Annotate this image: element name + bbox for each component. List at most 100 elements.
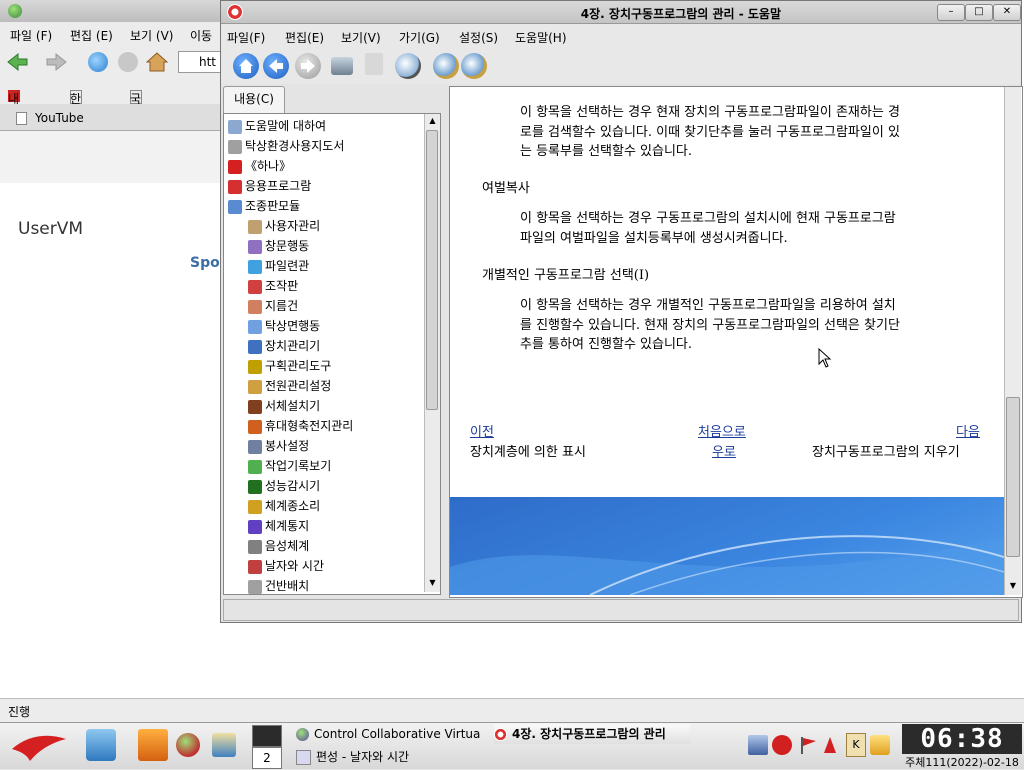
tree-scroll-thumb[interactable] xyxy=(426,130,438,410)
content-scrollbar[interactable]: ▼ xyxy=(1004,87,1021,595)
back-arrow-icon[interactable] xyxy=(6,52,28,72)
workspace-switcher[interactable]: 2 xyxy=(252,747,282,769)
browser-menu-view[interactable]: 보기 (V) xyxy=(130,27,173,44)
tree-scrollbar[interactable]: ▲ ▼ xyxy=(424,114,440,592)
tree-item[interactable]: 조작판 xyxy=(248,276,298,296)
tab-youtube[interactable]: YouTube xyxy=(8,107,218,129)
zoom-out-icon[interactable] xyxy=(461,53,487,79)
tree-item[interactable]: 전원관리설정 xyxy=(248,376,331,396)
tree-item[interactable]: 장치관리기 xyxy=(248,336,320,356)
tree-item[interactable]: 서체설치기 xyxy=(248,396,320,416)
tree-item[interactable]: 구획관리도구 xyxy=(248,356,331,376)
tree-item[interactable]: 창문행동 xyxy=(248,236,309,256)
tree-item[interactable]: 체계통지 xyxy=(248,516,309,536)
home-icon[interactable] xyxy=(233,53,259,79)
keyboard-layout-icon[interactable]: K xyxy=(846,733,866,757)
tree-item[interactable]: 봉사설정 xyxy=(248,436,309,456)
power-icon xyxy=(248,379,262,394)
copy-icon[interactable] xyxy=(365,53,383,75)
browser-menu-file[interactable]: 파일 (F) xyxy=(10,27,52,44)
forward-icon[interactable] xyxy=(295,53,321,79)
content-scroll-thumb[interactable] xyxy=(1006,397,1020,557)
scroll-down-arrow-icon[interactable]: ▼ xyxy=(425,576,440,590)
home-link-line2[interactable]: 우로 xyxy=(712,441,736,460)
tree-item[interactable]: 탁상환경사용지도서 xyxy=(228,136,344,156)
tree-item[interactable]: 건반배치 xyxy=(248,576,309,594)
bell-icon xyxy=(248,499,262,514)
tree-item-label: 휴대형축전지관리 xyxy=(265,419,354,433)
menu-view[interactable]: 보기(V) xyxy=(341,29,381,46)
task-help-window[interactable]: 4장. 장치구동프로그람의 관리 xyxy=(494,724,690,744)
browser-launcher-icon[interactable] xyxy=(176,733,200,757)
alert-icon[interactable] xyxy=(822,735,838,755)
menu-edit[interactable]: 편집(E) xyxy=(285,29,324,46)
find-icon[interactable] xyxy=(395,53,421,79)
partition-icon xyxy=(248,359,262,374)
clock[interactable]: 06:38 xyxy=(902,724,1022,754)
battery-icon xyxy=(248,419,262,434)
task-date-time-settings[interactable]: 편성 - 날자와 시간 xyxy=(296,747,490,767)
paragraph-1-line: 이 항목을 선택하는 경우 현재 장치의 구동프로그람파일이 존재하는 경 xyxy=(520,105,900,120)
browser-menu-go[interactable]: 이동 xyxy=(190,27,212,44)
tree-item[interactable]: 사용자관리 xyxy=(248,216,320,236)
home-icon[interactable] xyxy=(145,52,169,72)
close-button[interactable]: ✕ xyxy=(993,4,1021,21)
start-menu-icon[interactable] xyxy=(8,729,70,763)
home-link[interactable]: 처음으로 xyxy=(698,421,746,440)
tree-item[interactable]: 휴대형축전지관리 xyxy=(248,416,353,436)
menu-settings[interactable]: 설정(S) xyxy=(459,29,498,46)
flag-icon[interactable] xyxy=(798,735,818,755)
log-icon xyxy=(248,459,262,474)
tree-item-label: 구획관리도구 xyxy=(265,359,332,373)
notification-icon[interactable] xyxy=(870,735,890,755)
print-icon[interactable] xyxy=(331,57,353,75)
paragraph-3-line: 추를 통하여 진행할수 있습니다. xyxy=(520,337,693,352)
apps-icon xyxy=(228,179,242,194)
page-link[interactable]: Spo xyxy=(190,255,220,271)
hana-icon xyxy=(228,159,242,174)
tab-contents[interactable]: 내용(C) xyxy=(223,86,285,113)
device-icon xyxy=(248,339,262,354)
tree-item[interactable]: 탁상면행동 xyxy=(248,316,320,336)
media-launcher-icon[interactable] xyxy=(212,733,236,757)
back-icon[interactable] xyxy=(263,53,289,79)
menu-file[interactable]: 파일(F) xyxy=(227,29,265,46)
editor-launcher-icon[interactable] xyxy=(86,729,116,761)
next-link[interactable]: 다음 xyxy=(956,421,980,440)
paragraph-1-line: 로를 검색할수 있습니다. 이때 찾기단추를 눌러 구동프로그람파일이 있 xyxy=(520,124,900,140)
tree-item[interactable]: 응용프로그람 xyxy=(228,176,311,196)
section-heading-backup: 여벌복사 xyxy=(482,181,530,196)
tree-item[interactable]: 성능감시기 xyxy=(248,476,320,496)
tree-item-label: 조작판 xyxy=(265,279,299,293)
forward-arrow-icon[interactable] xyxy=(46,52,68,72)
menu-help[interactable]: 도움말(H) xyxy=(515,29,567,46)
tree-item[interactable]: 지름건 xyxy=(248,296,298,316)
section-heading-individual: 개별적인 구동프로그람 선택(I) xyxy=(482,268,650,283)
show-desktop-icon[interactable] xyxy=(252,725,282,747)
tree-item[interactable]: 작업기록보기 xyxy=(248,456,331,476)
tree-item[interactable]: 《하나》 xyxy=(228,156,291,176)
monitor-icon xyxy=(248,479,262,494)
tree-item[interactable]: 조종판모듈 xyxy=(228,196,300,216)
maximize-button[interactable]: □ xyxy=(965,4,993,21)
tree-item[interactable]: 날자와 시간 xyxy=(248,556,324,576)
scroll-up-arrow-icon[interactable]: ▲ xyxy=(425,114,440,128)
tree-item[interactable]: 도움말에 대하여 xyxy=(228,116,326,136)
reload-icon[interactable] xyxy=(88,52,108,72)
mute-icon[interactable] xyxy=(772,735,792,755)
stop-icon[interactable] xyxy=(118,52,138,72)
prev-link[interactable]: 이전 xyxy=(470,421,494,440)
service-icon xyxy=(248,439,262,454)
files-launcher-icon[interactable] xyxy=(138,729,168,761)
menu-go[interactable]: 가기(G) xyxy=(399,29,440,46)
zoom-in-icon[interactable] xyxy=(433,53,459,79)
scroll-down-arrow-icon[interactable]: ▼ xyxy=(1005,579,1021,593)
minimize-button[interactable]: – xyxy=(937,4,965,21)
task-control-collaborative[interactable]: Control Collaborative Virtua xyxy=(296,724,490,744)
url-input[interactable]: htt xyxy=(178,51,220,73)
tree-item[interactable]: 음성체계 xyxy=(248,536,309,556)
browser-menu-edit[interactable]: 편집 (E) xyxy=(70,27,113,44)
tree-item[interactable]: 체계종소리 xyxy=(248,496,320,516)
tree-item[interactable]: 파일련관 xyxy=(248,256,309,276)
network-icon[interactable] xyxy=(748,735,768,755)
